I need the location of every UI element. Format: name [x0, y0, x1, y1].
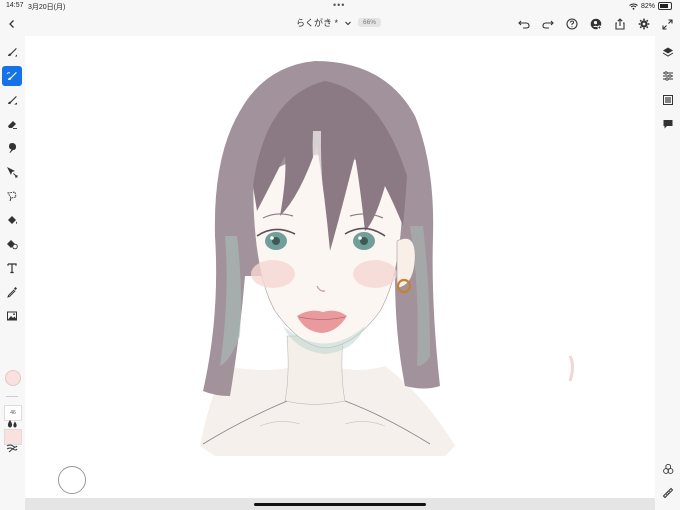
pixel-brush-tool[interactable] — [2, 42, 22, 62]
live-brush-icon — [6, 72, 17, 81]
brush-settings-icon — [6, 444, 18, 453]
text-icon — [7, 263, 17, 274]
chevron-down-icon[interactable] — [344, 19, 352, 27]
text-tool[interactable] — [2, 258, 22, 278]
layers-icon — [662, 47, 674, 57]
artwork-eye-left-shine — [270, 236, 274, 240]
place-image-tool[interactable] — [2, 306, 22, 326]
eraser-icon — [8, 121, 17, 129]
shapes-circles-icon — [663, 463, 674, 474]
ruler-button[interactable] — [659, 484, 677, 502]
back-button[interactable] — [4, 16, 20, 32]
document-title[interactable]: らくがき * — [296, 16, 338, 29]
expand-icon — [661, 18, 673, 30]
touch-shortcut-button[interactable] — [659, 460, 677, 478]
drawing-canvas[interactable] — [25, 36, 655, 498]
grid-button[interactable] — [659, 91, 677, 109]
artwork-cheek-right — [353, 260, 397, 288]
grid-icon — [663, 95, 673, 105]
shape-tool[interactable] — [2, 234, 22, 254]
fullscreen-button[interactable] — [659, 16, 675, 32]
toolbar-divider — [6, 396, 18, 397]
artwork — [200, 61, 574, 456]
fill-tool[interactable] — [2, 210, 22, 230]
transform-tool[interactable] — [2, 162, 22, 182]
smudge-tool[interactable] — [2, 138, 22, 158]
brush-settings-control[interactable] — [2, 438, 22, 458]
multitasking-dots[interactable]: ••• — [333, 0, 345, 10]
vector-brush-tool[interactable] — [2, 90, 22, 110]
ruler-icon — [662, 487, 674, 499]
undo-icon — [518, 20, 530, 29]
paint-bucket-icon — [8, 216, 17, 224]
shapes-icon — [7, 240, 18, 250]
battery-icon — [658, 2, 672, 10]
eraser-tool[interactable] — [2, 114, 22, 134]
settings-button[interactable] — [636, 16, 652, 32]
artwork-stray-mark — [568, 355, 574, 382]
chevron-left-icon — [9, 20, 14, 28]
comments-button[interactable] — [659, 115, 677, 133]
current-color-swatch[interactable] — [5, 370, 21, 386]
zoom-level-badge[interactable]: 66% — [358, 18, 382, 27]
wifi-icon — [629, 3, 638, 10]
brush-cursor-indicator — [58, 466, 86, 494]
status-time: 14:57 — [6, 2, 24, 9]
gear-icon — [638, 18, 650, 30]
artwork-cheek-left — [251, 260, 295, 288]
layers-button[interactable] — [659, 43, 677, 61]
lasso-icon — [7, 191, 17, 202]
status-right: 82% — [629, 2, 672, 10]
share-icon — [615, 18, 625, 30]
properties-button[interactable] — [659, 67, 677, 85]
redo-button[interactable] — [540, 16, 556, 32]
droplets-icon — [7, 420, 17, 428]
status-date: 3月20日(月) — [28, 4, 66, 11]
invite-button[interactable] — [588, 16, 604, 32]
battery-percent: 82% — [640, 2, 655, 10]
help-button[interactable] — [564, 16, 580, 32]
document-title-area[interactable]: らくがき * 66% — [296, 16, 382, 29]
water-flow-control[interactable] — [2, 414, 22, 434]
brush-icon — [8, 48, 17, 57]
comment-icon — [663, 120, 673, 129]
help-icon — [566, 18, 578, 30]
redo-icon — [542, 20, 554, 29]
right-toolbar — [656, 36, 680, 510]
share-button[interactable] — [612, 16, 628, 32]
artwork-eye-right-shine — [358, 236, 362, 240]
brush-tool[interactable] — [2, 66, 22, 86]
eyedropper-icon — [7, 287, 17, 298]
home-indicator[interactable] — [254, 503, 426, 506]
top-bar: らくがき * 66% — [0, 12, 680, 36]
eyedropper-tool[interactable] — [2, 282, 22, 302]
lasso-tool[interactable] — [2, 186, 22, 206]
image-icon — [7, 311, 17, 321]
smudge-icon — [9, 143, 16, 153]
move-icon — [7, 167, 18, 178]
user-add-icon — [590, 18, 602, 30]
sliders-icon — [663, 71, 673, 81]
vector-brush-icon — [8, 96, 17, 105]
status-bar: 14:57 3月20日(月) ••• 82% — [0, 0, 680, 12]
undo-button[interactable] — [516, 16, 532, 32]
left-toolbar: 46 — [0, 36, 24, 510]
